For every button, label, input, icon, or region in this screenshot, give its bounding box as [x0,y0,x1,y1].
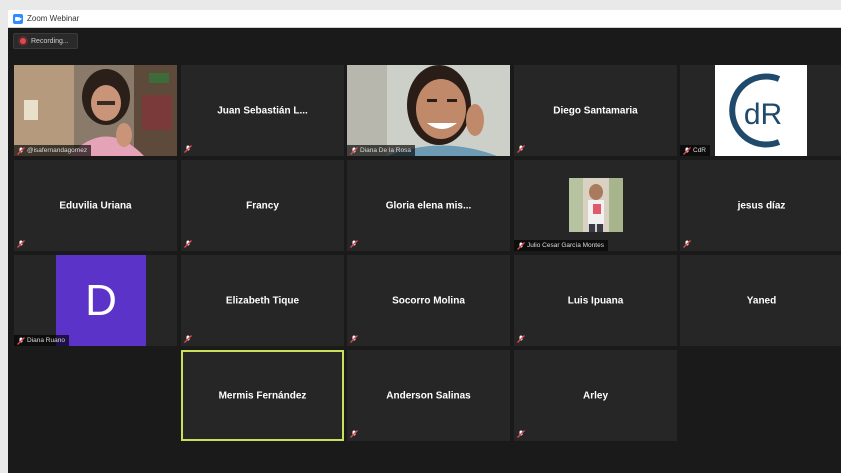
zoom-webinar-window: Zoom Webinar Recording... @isafernandago… [8,10,841,473]
participant-tile[interactable]: Arley [514,350,677,441]
participant-video [347,65,510,156]
muted-mic-icon [17,336,25,345]
muted-mic-icon [184,145,192,153]
muted-mic-icon [683,240,691,248]
window-title: Zoom Webinar [27,14,80,23]
participant-name: Francy [246,200,279,211]
participant-tile[interactable]: Eduvilia Uriana [14,160,177,251]
participant-tile[interactable]: jesus díaz [680,160,841,251]
participant-tile[interactable]: Francy [181,160,344,251]
participant-tile[interactable]: Yaned [680,255,841,346]
participant-name: Julio Cesar García Montes [527,242,604,249]
participant-tile[interactable]: Socorro Molina [347,255,510,346]
participant-name: Arley [582,390,608,401]
participant-tile[interactable]: Diego Santamaria [514,65,677,156]
participant-name: CdR [693,147,707,154]
avatar: D [56,255,146,346]
muted-mic-icon [184,240,192,248]
zoom-logo-icon [13,13,23,24]
participant-tile[interactable]: Juan Sebastián L... [181,65,344,156]
participant-name: Luis Ipuana [567,295,624,306]
muted-mic-icon [350,430,358,438]
participant-video [14,65,177,156]
participant-name: @isafernandagomez [27,147,88,154]
muted-mic-icon [350,335,358,343]
participant-name: Socorro Molina [392,295,465,306]
participant-name: Elizabeth Tique [225,295,300,306]
participant-profile-photo [569,178,623,232]
participant-tile[interactable]: Luis Ipuana [514,255,677,346]
muted-mic-icon [184,335,192,343]
recording-dot-icon [20,38,26,44]
participant-name: Mermis Fernández [218,390,307,401]
title-bar: Zoom Webinar [8,10,841,28]
participant-name: Yaned [746,295,777,306]
participant-name: Diego Santamaria [553,105,638,116]
participant-label: Diana De la Rosa [347,145,415,156]
muted-mic-icon [350,146,358,155]
muted-mic-icon [517,335,525,343]
participant-name: Anderson Salinas [386,390,471,401]
participant-tile[interactable]: Diana De la Rosa [347,65,510,156]
muted-mic-icon [517,430,525,438]
muted-mic-icon [350,240,358,248]
muted-mic-icon [517,241,525,250]
participant-tile[interactable]: Gloria elena mis... [347,160,510,251]
muted-mic-icon [683,146,691,155]
participant-name: jesus díaz [737,200,786,211]
participant-name: Diana De la Rosa [360,147,411,154]
participant-label: Julio Cesar García Montes [514,240,608,251]
cdr-logo: dR [715,65,807,156]
cdr-logo-icon: dR [729,73,782,148]
cdr-logo-text: dR [744,98,782,131]
participant-label: Diana Ruano [14,335,69,346]
empty-tile [14,350,177,441]
muted-mic-icon [17,146,25,155]
participant-name: Juan Sebastián L... [217,105,308,116]
participant-name: Eduvilia Uriana [59,200,132,211]
participant-tile[interactable]: Anderson Salinas [347,350,510,441]
participant-tile[interactable]: @isafernandagomez [14,65,177,156]
participant-label: @isafernandagomez [14,145,92,156]
participant-tile[interactable]: D Diana Ruano [14,255,177,346]
muted-mic-icon [17,240,25,248]
recording-indicator[interactable]: Recording... [13,33,78,49]
participant-tile[interactable]: Elizabeth Tique [181,255,344,346]
participant-name: Diana Ruano [27,337,65,344]
recording-label: Recording... [31,37,69,45]
participant-name: Gloria elena mis... [385,200,472,211]
participant-label: CdR [680,145,711,156]
participant-tile[interactable]: Julio Cesar García Montes [514,160,677,251]
participant-tile[interactable]: dR CdR [680,65,841,156]
muted-mic-icon [517,145,525,153]
participant-tile-active-speaker[interactable]: Mermis Fernández [181,350,344,441]
